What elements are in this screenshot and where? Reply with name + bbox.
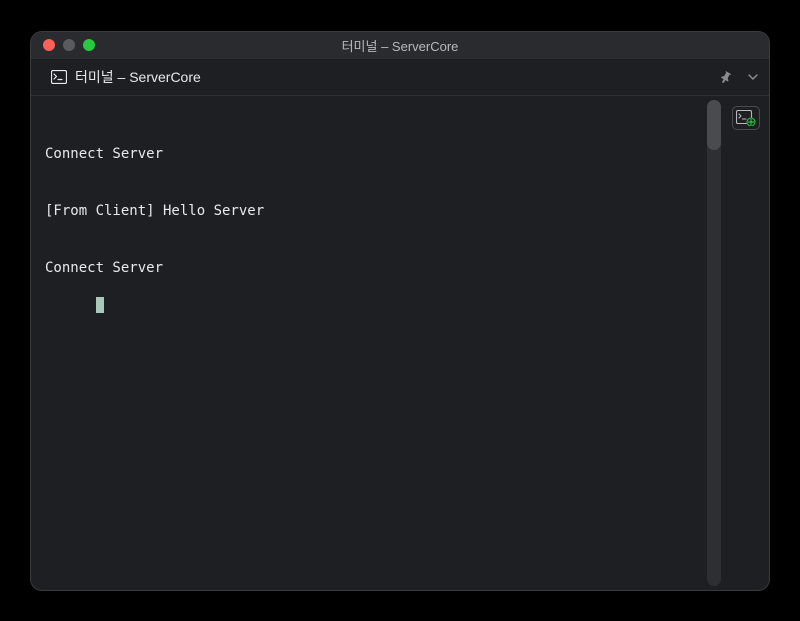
terminal-output[interactable]: Connect Server [From Client] Hello Serve… [31,96,707,590]
chevron-down-icon[interactable] [747,71,759,83]
right-gutter [723,96,769,590]
terminal-line: Connect Server [45,145,693,164]
tab-servercore[interactable]: 터미널 – ServerCore [41,61,211,93]
terminal-line: [From Client] Hello Server [45,202,693,221]
content-area: Connect Server [From Client] Hello Serve… [31,96,769,590]
cursor [96,297,104,313]
terminal-window: 터미널 – ServerCore 터미널 – ServerCore [30,31,770,591]
tab-label: 터미널 – ServerCore [75,67,201,87]
terminal-line: Connect Server [45,259,693,278]
tabbar-controls [719,70,759,84]
new-terminal-button[interactable] [732,106,760,130]
terminal-icon [51,70,67,84]
pin-icon[interactable] [719,70,733,84]
window-title: 터미널 – ServerCore [342,36,459,55]
scrollbar[interactable] [707,100,721,586]
minimize-button[interactable] [63,39,75,51]
titlebar[interactable]: 터미널 – ServerCore [31,32,769,60]
maximize-button[interactable] [83,39,95,51]
tabbar: 터미널 – ServerCore [31,60,769,96]
new-terminal-icon [736,110,756,126]
close-button[interactable] [43,39,55,51]
traffic-lights [43,39,95,51]
scrollbar-thumb[interactable] [707,100,721,150]
